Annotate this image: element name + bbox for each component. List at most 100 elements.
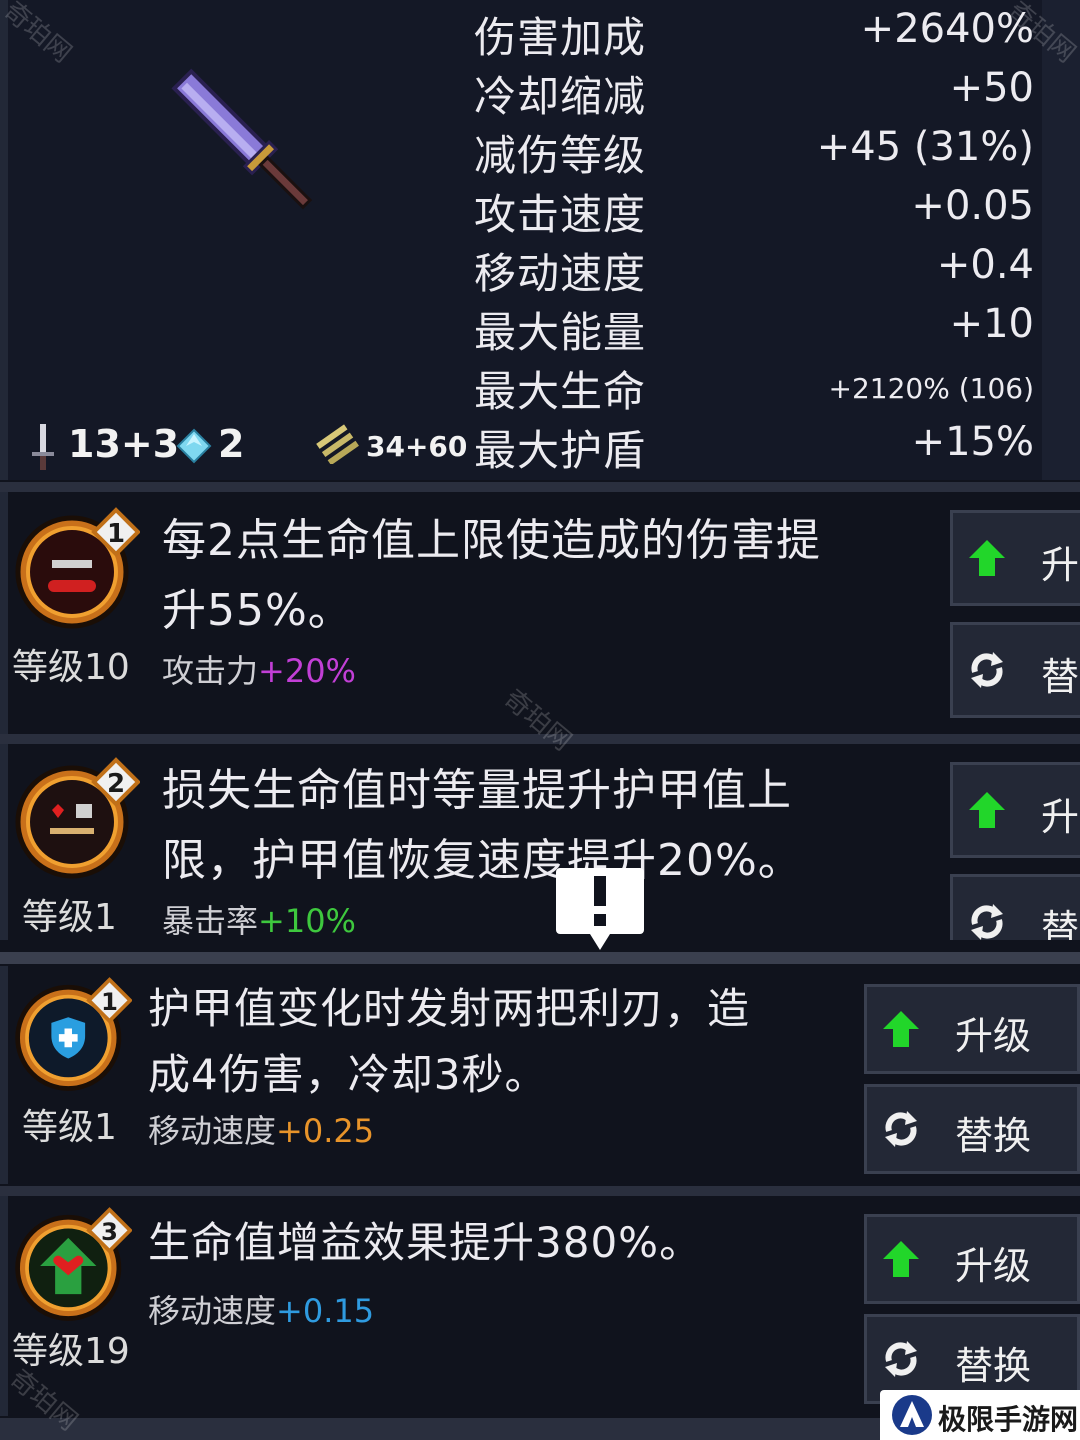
replace-button[interactable]: 替 (950, 874, 1080, 940)
talent-description: 护甲值变化时发射两把利刃，造 成4伤害，冷却3秒。 (148, 976, 750, 1108)
replace-label: 替 (1041, 907, 1080, 940)
replace-button[interactable]: 替换 (864, 1084, 1080, 1174)
swap-icon (885, 1341, 917, 1377)
bonus-label: 暴击率 (162, 902, 259, 940)
upgrade-button[interactable]: 升级 (864, 1214, 1080, 1304)
stat-name: 最大护盾 (474, 426, 647, 475)
bonus-label: 移动速度 (148, 1292, 277, 1330)
talent-desc-line: 护甲值变化时发射两把利刃，造 (148, 984, 751, 1033)
stat-row-max-health: 最大生命 +2120% (106) (474, 358, 1034, 416)
upgrade-button[interactable]: 升 (950, 762, 1080, 858)
replace-label: 替换 (955, 1114, 1032, 1158)
stat-row-move-speed: 移动速度 +0.4 (474, 240, 1034, 298)
site-logo-text: 极限手游网 (938, 1403, 1079, 1436)
upgrade-label: 升 (1041, 543, 1080, 587)
weapon-stats-panel: 伤害加成 +2640% 冷却缩减 +50 减伤等级 +45 (31%) 攻击速度… (0, 0, 1080, 480)
talent-medal-icon: 1 (15, 507, 140, 629)
talent-desc-line: 损失生命值时等量提升护甲值上 (162, 765, 792, 816)
stat-name: 冷却缩减 (474, 72, 647, 121)
talent-description: 生命值增益效果提升380%。 (148, 1210, 702, 1276)
bonus-value: +0.25 (276, 1112, 375, 1150)
card-border (0, 966, 8, 1184)
bonus-value: +20% (258, 652, 356, 690)
bonus-label: 移动速度 (148, 1112, 277, 1150)
stat-row-attack-speed: 攻击速度 +0.05 (474, 181, 1034, 239)
upgrade-arrow-icon (969, 792, 1005, 828)
talent-bonus: 暴击率+10% (162, 896, 356, 940)
card-border (0, 492, 8, 734)
talent-medal-icon: 2 (15, 757, 140, 879)
stat-value: +0.05 (911, 183, 1034, 229)
talent-rank: 1 (101, 987, 118, 1016)
divider (0, 482, 1080, 492)
upgrade-label: 升 (1041, 795, 1080, 839)
swap-icon (971, 652, 1003, 688)
stat-name: 最大能量 (474, 308, 647, 357)
talent-bonus: 攻击力+20% (162, 646, 356, 692)
ammo-value: 34+60 (366, 430, 468, 463)
replace-button[interactable]: 替 (950, 622, 1080, 718)
bonus-label: 攻击力 (162, 652, 259, 690)
stat-row-cooldown: 冷却缩减 +50 (474, 63, 1034, 121)
talent-desc-line: 成4伤害，冷却3秒。 (148, 1050, 548, 1099)
talent-medal-icon: 3 (15, 1207, 132, 1321)
talent-rank: 2 (107, 769, 125, 799)
talent-level: 等级1 (22, 1107, 117, 1148)
stat-name: 伤害加成 (474, 13, 647, 62)
attack-value: 13+3 (68, 422, 180, 466)
divider (0, 952, 1080, 964)
divider (0, 1186, 1080, 1196)
talent-card: 2 等级1 损失生命值时等量提升护甲值上 限，护甲值恢复速度提升20%。 暴击率… (0, 744, 1080, 940)
upgrade-button[interactable]: 升 (950, 510, 1080, 606)
stat-row-damage: 伤害加成 +2640% (474, 4, 1034, 62)
ammo-icon (316, 424, 359, 464)
talent-desc-line: 升55%。 (162, 585, 353, 636)
stat-row-max-energy: 最大能量 +10 (474, 299, 1034, 357)
upgrade-arrow-icon (883, 1011, 919, 1047)
stat-value: +10 (949, 301, 1034, 347)
crystal-icon (176, 428, 212, 464)
greatsword-icon (171, 68, 313, 210)
stat-row-max-shield: 最大护盾 +15% (474, 417, 1034, 475)
stat-name: 最大生命 (474, 367, 647, 416)
stat-value: +2120% (106) (828, 372, 1034, 405)
talent-bonus: 移动速度+0.15 (148, 1286, 374, 1332)
stat-name: 移动速度 (474, 249, 647, 298)
swap-icon (971, 904, 1003, 940)
talent-desc-line: 生命值增益效果提升380%。 (148, 1218, 703, 1267)
crystal-count: 2 (218, 422, 245, 466)
site-logo-icon (892, 1395, 932, 1435)
stat-value: +0.4 (936, 242, 1034, 288)
replace-label: 替 (1041, 655, 1080, 699)
upgrade-arrow-icon (883, 1241, 919, 1277)
dagger-icon (32, 424, 54, 470)
talent-desc-line: 每2点生命值上限使造成的伤害提 (162, 515, 821, 566)
talent-description: 损失生命值时等量提升护甲值上 限，护甲值恢复速度提升20%。 (162, 756, 803, 896)
talent-card: 1 等级1 护甲值变化时发射两把利刃，造 成4伤害，冷却3秒。 移动速度+0.2… (0, 966, 1080, 1184)
upgrade-button[interactable]: 升级 (864, 984, 1080, 1074)
talent-desc-line: 限，护甲值恢复速度提升20%。 (162, 835, 803, 886)
site-logo: 极限手游网 (880, 1390, 1080, 1440)
alert-bubble-icon (556, 868, 644, 950)
card-border (0, 744, 8, 940)
stat-name: 减伤等级 (474, 131, 647, 180)
bonus-value: +10% (258, 902, 356, 940)
stat-value: +15% (911, 419, 1034, 465)
stat-name: 攻击速度 (474, 190, 647, 239)
talent-level: 等级1 (22, 897, 117, 938)
upgrade-label: 升级 (955, 1244, 1032, 1288)
stat-row-damage-reduction: 减伤等级 +45 (31%) (474, 122, 1034, 180)
upgrade-label: 升级 (955, 1014, 1032, 1058)
talent-card: 3 等级19 生命值增益效果提升380%。 移动速度+0.15 升级 替换 (0, 1196, 1080, 1416)
stat-value: +50 (949, 65, 1034, 111)
upgrade-arrow-icon (969, 540, 1005, 576)
replace-label: 替换 (955, 1344, 1032, 1388)
talent-rank: 3 (101, 1217, 118, 1246)
bonus-value: +0.15 (276, 1292, 375, 1330)
talent-medal-icon: 1 (15, 977, 132, 1091)
stat-value: +45 (31%) (816, 124, 1034, 170)
talent-bonus: 移动速度+0.25 (148, 1106, 374, 1152)
swap-icon (885, 1111, 917, 1147)
talent-description: 每2点生命值上限使造成的伤害提 升55%。 (162, 506, 821, 646)
talent-level: 等级10 (12, 647, 130, 688)
